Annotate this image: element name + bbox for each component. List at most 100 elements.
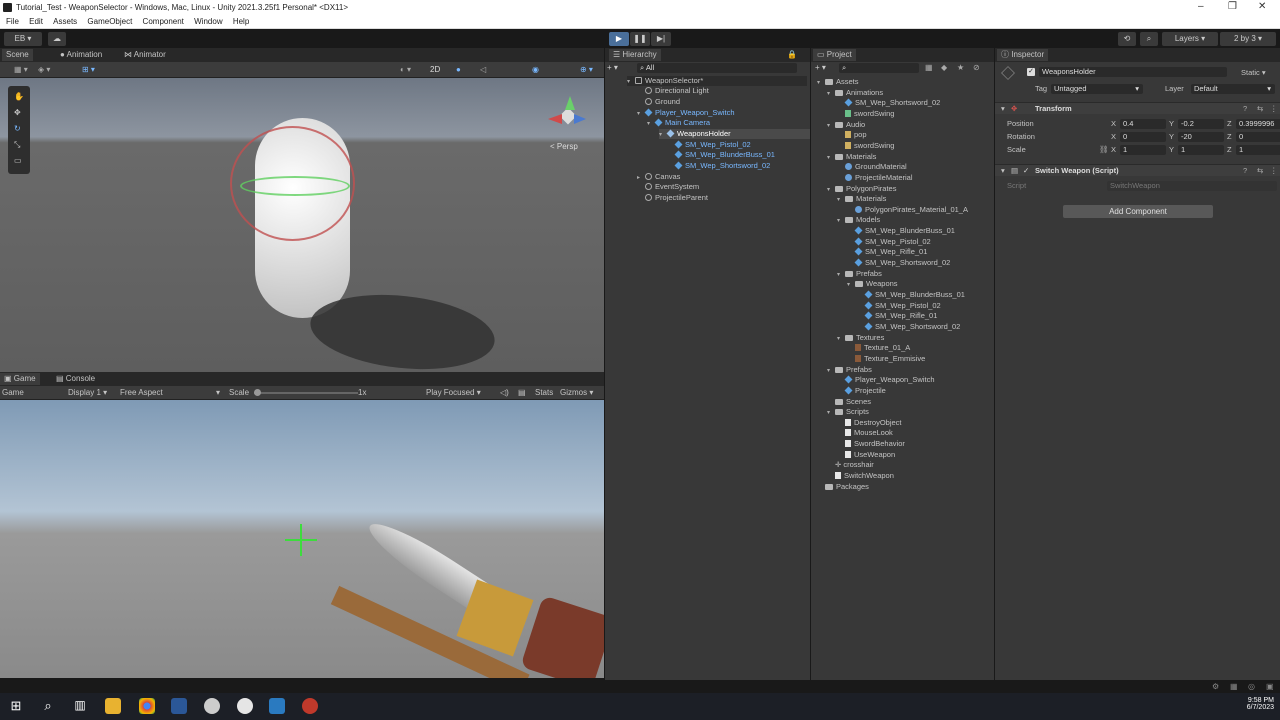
- help-icon[interactable]: ?: [1243, 166, 1247, 176]
- project-item[interactable]: Player_Weapon_Switch: [837, 375, 935, 385]
- menu-component[interactable]: Component: [143, 17, 184, 26]
- windows-start-icon[interactable]: ⊞: [8, 698, 24, 714]
- rect-tool-icon[interactable]: ▭: [14, 156, 22, 165]
- project-item[interactable]: SM_Wep_Shortsword_02: [847, 258, 950, 268]
- display-dropdown[interactable]: Display 1 ▾: [68, 388, 107, 397]
- hierarchy-item-canvas[interactable]: ▸ Canvas: [637, 172, 680, 182]
- project-item[interactable]: ▾ Textures: [837, 333, 884, 343]
- project-item[interactable]: Projectile: [837, 386, 886, 396]
- project-item[interactable]: Texture_01_A: [847, 343, 910, 353]
- menu-edit[interactable]: Edit: [29, 17, 43, 26]
- project-item[interactable]: PolygonPirates_Material_01_A: [847, 205, 968, 215]
- project-item[interactable]: ▾ Prefabs: [837, 269, 882, 279]
- project-item[interactable]: SwordBehavior: [837, 439, 905, 449]
- hand-tool-icon[interactable]: ✋: [14, 92, 24, 101]
- hierarchy-item-player[interactable]: ▾ Player_Weapon_Switch: [637, 108, 735, 118]
- project-item[interactable]: ▾ Animations: [827, 88, 883, 98]
- task-view-icon[interactable]: ▥: [72, 698, 88, 714]
- foldout-arrow[interactable]: ▾: [837, 216, 845, 226]
- history-icon[interactable]: ⟲: [1118, 32, 1136, 46]
- help-icon[interactable]: ?: [1243, 104, 1247, 114]
- project-item[interactable]: ▾ Scripts: [827, 407, 869, 417]
- link-icon[interactable]: ⛓: [1099, 145, 1109, 155]
- gizmo-mode-icon[interactable]: ◈ ▾: [38, 65, 50, 74]
- script-enabled-checkbox[interactable]: ✓: [1023, 166, 1029, 176]
- tag-dropdown[interactable]: Untagged ▾: [1051, 84, 1143, 94]
- game-mode-dropdown[interactable]: Game: [2, 388, 24, 397]
- scale-tool-icon[interactable]: ⤡: [14, 140, 20, 150]
- lighting-icon[interactable]: ●: [456, 65, 461, 74]
- menu-gameobject[interactable]: GameObject: [87, 17, 132, 26]
- project-item[interactable]: ✛ crosshair: [827, 460, 874, 470]
- tab-game[interactable]: ▣ Game: [0, 373, 40, 385]
- pos-y-field[interactable]: -0.2: [1178, 119, 1224, 129]
- project-item[interactable]: GroundMaterial: [837, 162, 907, 172]
- hierarchy-item-pistol[interactable]: SM_Wep_Pistol_02: [674, 140, 751, 150]
- chrome-icon[interactable]: [139, 698, 155, 714]
- active-checkbox[interactable]: ✓: [1027, 68, 1035, 76]
- play-button[interactable]: ▶: [609, 32, 629, 46]
- foldout-arrow[interactable]: ▾: [827, 408, 835, 418]
- project-item[interactable]: SM_Wep_Shortsword_02: [857, 322, 960, 332]
- foldout-arrow[interactable]: ▾: [837, 195, 845, 205]
- foldout-arrow[interactable]: ▾: [827, 366, 835, 376]
- static-toggle[interactable]: Static ▾: [1241, 68, 1266, 78]
- render-mode-icon[interactable]: ◐ ▾: [400, 65, 411, 74]
- draw-mode-icon[interactable]: ▦ ▾: [14, 65, 28, 74]
- layout-dropdown[interactable]: 2 by 3 ▾: [1220, 32, 1276, 46]
- preset-icon[interactable]: ⇆: [1257, 104, 1263, 114]
- orientation-gizmo[interactable]: [548, 96, 588, 136]
- more-icon[interactable]: ⋮: [1270, 104, 1278, 114]
- vscode-icon[interactable]: [269, 698, 285, 714]
- move-tool-icon[interactable]: ✥: [14, 108, 21, 117]
- hierarchy-item-ground[interactable]: Ground: [645, 97, 680, 107]
- tab-animator[interactable]: ⋈ Animator: [120, 49, 170, 61]
- lock-icon[interactable]: 🔒: [787, 50, 797, 59]
- menu-help[interactable]: Help: [233, 17, 249, 26]
- more-icon[interactable]: ⋮: [1270, 166, 1278, 176]
- visibility-icon[interactable]: ◉: [532, 65, 539, 74]
- close-icon[interactable]: ✕: [1258, 1, 1266, 12]
- foldout-arrow[interactable]: ▾: [847, 280, 855, 290]
- project-item[interactable]: ▾ PolygonPirates: [827, 184, 896, 194]
- aspect-dropdown-arrow[interactable]: ▾: [216, 388, 220, 397]
- foldout-arrow[interactable]: ▾: [827, 185, 835, 195]
- play-focused-dropdown[interactable]: Play Focused ▾: [426, 388, 481, 397]
- search-icon[interactable]: ⌕: [40, 698, 56, 714]
- foldout-arrow[interactable]: ▾: [827, 153, 835, 163]
- project-item[interactable]: Texture_Emmisive: [847, 354, 925, 364]
- search-icon[interactable]: ⌕: [1140, 32, 1158, 46]
- project-item[interactable]: SM_Wep_Rifle_01: [847, 247, 927, 257]
- aspect-dropdown[interactable]: Free Aspect: [120, 388, 163, 397]
- hierarchy-item-main-camera[interactable]: ▾ Main Camera: [647, 118, 710, 128]
- script-component-header[interactable]: ▾ ▤ ✓ Switch Weapon (Script) ? ⇆ ⋮: [995, 164, 1280, 176]
- file-explorer-icon[interactable]: [105, 698, 121, 714]
- project-search-input[interactable]: ⌕: [839, 63, 919, 73]
- project-item[interactable]: SM_Wep_BlunderBuss_01: [847, 226, 955, 236]
- step-button[interactable]: ▶|: [651, 32, 671, 46]
- scale-slider-handle[interactable]: [254, 389, 261, 396]
- project-item[interactable]: ProjectileMaterial: [837, 173, 913, 183]
- foldout-arrow[interactable]: ▾: [827, 89, 835, 99]
- project-item[interactable]: Packages: [817, 482, 869, 492]
- project-item[interactable]: SwitchWeapon: [827, 471, 894, 481]
- rot-z-field[interactable]: 0: [1236, 132, 1280, 142]
- project-item[interactable]: ▾ Audio: [827, 120, 865, 130]
- project-item[interactable]: ▾ Materials: [827, 152, 876, 162]
- project-item[interactable]: SM_Wep_Pistol_02: [857, 301, 941, 311]
- scene-viewport[interactable]: ✋ ✥ ↻ ⤡ ▭ < Persp: [0, 78, 604, 372]
- project-item[interactable]: ▾ Weapons: [847, 279, 898, 289]
- status-icon[interactable]: ◎: [1248, 682, 1255, 691]
- label-icon[interactable]: ◆: [941, 63, 947, 72]
- preset-icon[interactable]: ⇆: [1257, 166, 1263, 176]
- star-icon[interactable]: ★: [957, 63, 964, 72]
- scale-slider[interactable]: [254, 392, 358, 394]
- project-item[interactable]: swordSwing: [837, 109, 894, 119]
- scl-x-field[interactable]: 1: [1120, 145, 1166, 155]
- unity-icon[interactable]: [237, 698, 253, 714]
- layer-dropdown[interactable]: Default ▾: [1191, 84, 1275, 94]
- project-item[interactable]: ▾ Assets: [817, 77, 859, 87]
- project-item[interactable]: ▾ Models: [837, 215, 880, 225]
- project-item[interactable]: SM_Wep_BlunderBuss_01: [857, 290, 965, 300]
- restore-icon[interactable]: ❐: [1228, 1, 1237, 12]
